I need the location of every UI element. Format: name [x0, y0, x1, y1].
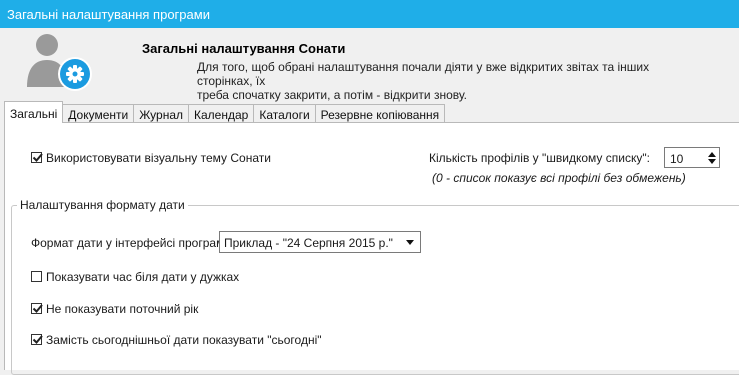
show-time-checkbox[interactable]: [31, 271, 42, 282]
settings-description: Для того, щоб обрані налаштування почали…: [197, 60, 650, 102]
profiles-count-spinner[interactable]: 10: [664, 147, 720, 168]
visual-theme-label: Використовувати візуальну тему Сонати: [46, 151, 271, 165]
date-format-select[interactable]: Приклад - "24 Серпня 2015 р.": [219, 231, 421, 253]
visual-theme-checkbox[interactable]: [31, 152, 43, 163]
profiles-count-value: 10: [670, 152, 684, 166]
show-today-label: Замість сьогоднішньої дати показувати "с…: [46, 333, 322, 347]
settings-heading: Загальні налаштування Сонати: [142, 41, 346, 56]
checkmark-icon: [32, 153, 43, 162]
tab-general[interactable]: Загальні: [4, 101, 64, 123]
chevron-down-icon: [406, 240, 414, 245]
spin-up-icon[interactable]: [708, 152, 716, 157]
show-time-label: Показувати час біля дати у дужках: [46, 270, 240, 284]
settings-tabs: Загальні Документи Журнал Календар Катал…: [4, 101, 446, 123]
checkmark-icon: [32, 304, 43, 313]
tab-journal[interactable]: Журнал: [133, 104, 189, 123]
hide-current-year-checkbox[interactable]: [31, 303, 43, 314]
window-title: Загальні налаштування програми: [7, 7, 210, 22]
tab-calendar[interactable]: Календар: [188, 104, 255, 123]
date-format-group-title: Налаштування формату дати: [17, 198, 188, 212]
checkmark-icon: [32, 335, 43, 344]
show-today-checkbox[interactable]: [31, 334, 43, 345]
user-settings-icon: [26, 32, 96, 92]
date-format-label: Формат дати у інтерфейсі програми:: [31, 236, 235, 250]
date-format-value: Приклад - "24 Серпня 2015 р.": [224, 236, 393, 250]
hide-current-year-label: Не показувати поточний рік: [46, 302, 199, 316]
spin-down-icon[interactable]: [708, 159, 716, 164]
window-titlebar: Загальні налаштування програми: [0, 0, 739, 28]
tab-catalogs[interactable]: Каталоги: [253, 104, 316, 123]
tab-documents[interactable]: Документи: [62, 104, 135, 123]
profiles-count-label: Кількість профілів у "швидкому списку":: [429, 151, 650, 165]
profiles-count-hint: (0 - список показує всі профілі без обме…: [432, 171, 686, 185]
tab-backup[interactable]: Резервне копіювання: [314, 104, 446, 123]
